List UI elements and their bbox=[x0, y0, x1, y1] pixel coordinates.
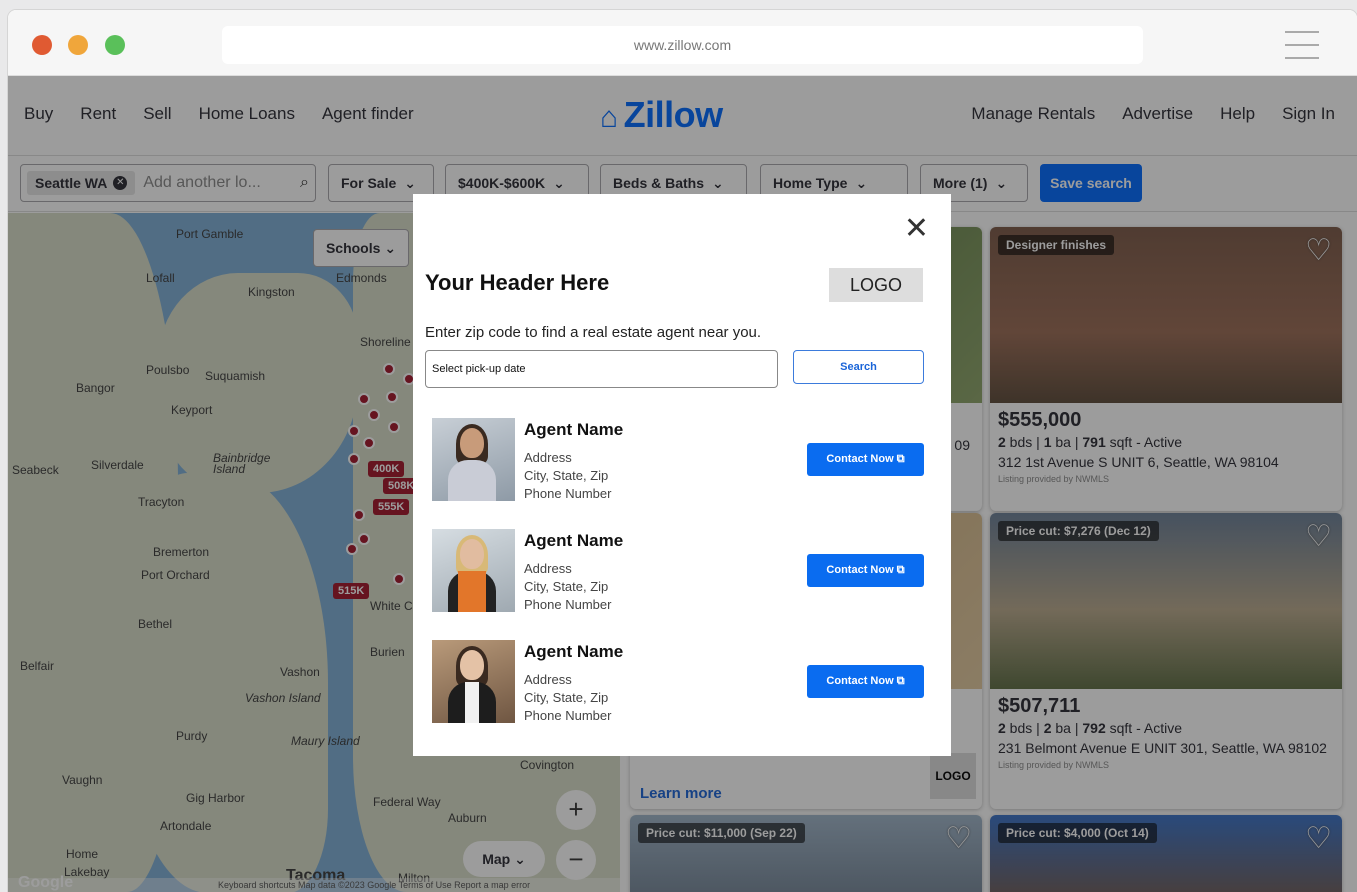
agent-card: Agent Name Address City, State, Zip Phon… bbox=[432, 529, 924, 613]
menu-icon[interactable] bbox=[1285, 31, 1319, 70]
minimize-window-button[interactable] bbox=[68, 35, 88, 55]
agent-card: Agent Name Address City, State, Zip Phon… bbox=[432, 640, 924, 724]
agent-phone: Phone Number bbox=[524, 486, 612, 501]
agent-phone: Phone Number bbox=[524, 597, 612, 612]
close-window-button[interactable] bbox=[32, 35, 52, 55]
agent-city: City, State, Zip bbox=[524, 690, 609, 705]
contact-now-button[interactable]: Contact Now ⧉ bbox=[807, 554, 924, 587]
contact-label: Contact Now bbox=[826, 675, 894, 687]
agent-photo bbox=[432, 418, 515, 501]
agent-phone: Phone Number bbox=[524, 708, 612, 723]
modal-title: Your Header Here bbox=[425, 270, 610, 295]
agent-city: City, State, Zip bbox=[524, 468, 609, 483]
agent-address: Address bbox=[524, 672, 572, 687]
external-link-icon: ⧉ bbox=[896, 453, 905, 465]
external-link-icon: ⧉ bbox=[896, 564, 905, 576]
agent-name: Agent Name bbox=[524, 642, 624, 661]
contact-label: Contact Now bbox=[826, 453, 894, 465]
agent-card: Agent Name Address City, State, Zip Phon… bbox=[432, 418, 924, 502]
browser-chrome: www.zillow.com bbox=[8, 10, 1357, 76]
close-icon[interactable]: ✕ bbox=[904, 214, 929, 244]
browser-window: www.zillow.com Buy Rent Sell Home Loans … bbox=[8, 10, 1357, 892]
agent-finder-modal: ✕ Your Header Here LOGO Enter zip code t… bbox=[413, 194, 951, 756]
search-button[interactable]: Search bbox=[793, 350, 924, 384]
zip-input[interactable]: Select pick-up date bbox=[425, 350, 778, 388]
agent-address: Address bbox=[524, 561, 572, 576]
agent-name: Agent Name bbox=[524, 531, 624, 550]
external-link-icon: ⧉ bbox=[896, 675, 905, 687]
contact-label: Contact Now bbox=[826, 564, 894, 576]
agent-address: Address bbox=[524, 450, 572, 465]
agent-city: City, State, Zip bbox=[524, 579, 609, 594]
agent-photo bbox=[432, 640, 515, 723]
agent-photo bbox=[432, 529, 515, 612]
modal-instructions: Enter zip code to find a real estate age… bbox=[425, 324, 762, 341]
url-bar[interactable]: www.zillow.com bbox=[222, 26, 1143, 64]
contact-now-button[interactable]: Contact Now ⧉ bbox=[807, 443, 924, 476]
modal-logo: LOGO bbox=[829, 268, 923, 302]
contact-now-button[interactable]: Contact Now ⧉ bbox=[807, 665, 924, 698]
agent-name: Agent Name bbox=[524, 420, 624, 439]
maximize-window-button[interactable] bbox=[105, 35, 125, 55]
